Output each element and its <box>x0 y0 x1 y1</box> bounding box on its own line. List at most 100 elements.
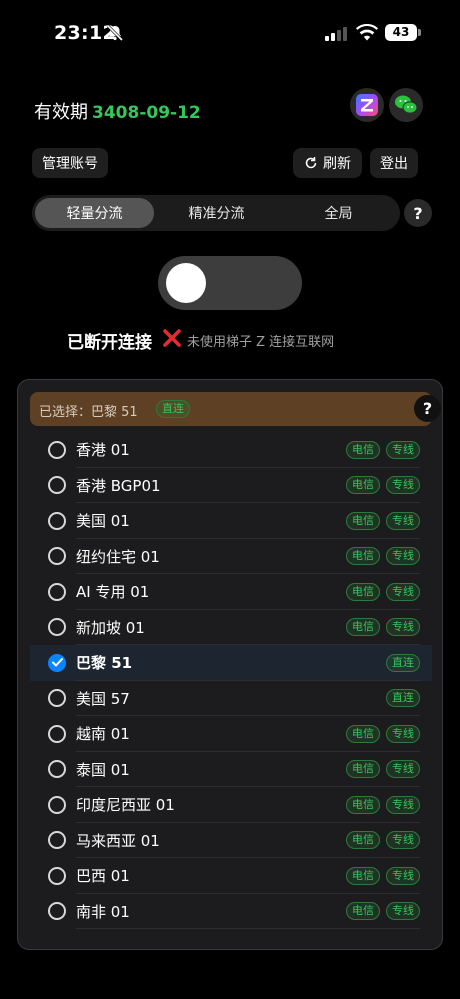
selected-server-bar: 已选择：巴黎 51 直连 ? <box>30 392 441 426</box>
server-row[interactable]: 南非 01 电信 专线 <box>30 894 432 930</box>
server-row[interactable]: AI 专用 01 电信 专线 <box>30 574 432 610</box>
refresh-label: 刷新 <box>323 156 351 172</box>
server-row[interactable]: 香港 01 电信 专线 <box>30 432 432 468</box>
selected-server-label: 已选择：巴黎 51 <box>39 405 138 420</box>
radio-icon[interactable] <box>48 831 66 850</box>
radio-icon[interactable] <box>48 724 66 743</box>
server-name: 印度尼西亚 01 <box>76 796 175 815</box>
mode-selector: 轻量分流 精准分流 全局 <box>32 195 400 231</box>
radio-icon[interactable] <box>48 902 66 921</box>
server-row[interactable]: 香港 BGP01 电信 专线 <box>30 468 432 504</box>
toggle-knob <box>166 263 206 303</box>
server-tag: 专线 <box>386 795 420 814</box>
refresh-button[interactable]: 刷新 <box>293 148 362 178</box>
server-tag: 专线 <box>386 618 420 637</box>
tab-light-split[interactable]: 轻量分流 <box>35 198 154 228</box>
wechat-icon[interactable] <box>389 88 423 122</box>
server-tags: 电信 专线 <box>346 724 420 743</box>
server-tag: 电信 <box>346 476 380 495</box>
selected-server-tag: 直连 <box>156 400 190 418</box>
validity: 有效期 3408-09-12 <box>34 98 201 124</box>
server-tag: 专线 <box>386 724 420 743</box>
connection-status: 已断开连接 <box>67 333 152 353</box>
server-name: 巴西 01 <box>76 867 130 886</box>
server-row[interactable]: 越南 01 电信 专线 <box>30 716 432 752</box>
server-row[interactable]: 马来西亚 01 电信 专线 <box>30 823 432 859</box>
radio-icon[interactable] <box>48 795 66 814</box>
server-row[interactable]: 巴西 01 电信 专线 <box>30 858 432 894</box>
server-help-button[interactable]: ? <box>414 395 441 422</box>
validity-date: 3408-09-12 <box>92 103 201 123</box>
connection-toggle[interactable] <box>158 256 302 310</box>
server-tags: 电信 专线 <box>346 618 420 637</box>
status-bar: 23:12 43 <box>0 0 460 70</box>
server-tag: 专线 <box>386 831 420 850</box>
server-name: 越南 01 <box>76 725 130 744</box>
server-tags: 电信 专线 <box>346 902 420 921</box>
battery-icon: 43 <box>385 24 421 41</box>
server-name: 马来西亚 01 <box>76 831 160 850</box>
server-name: AI 专用 01 <box>76 583 150 602</box>
server-row[interactable]: 巴黎 51 直连 <box>30 645 432 681</box>
server-tag: 专线 <box>386 866 420 885</box>
server-tags: 电信 专线 <box>346 582 420 601</box>
server-name: 香港 BGP01 <box>76 476 161 495</box>
tab-global[interactable]: 全局 <box>279 198 398 228</box>
radio-icon[interactable] <box>48 689 66 708</box>
server-tag: 专线 <box>386 476 420 495</box>
server-tag: 专线 <box>386 760 420 779</box>
server-tags: 电信 专线 <box>346 866 420 885</box>
server-row[interactable]: 泰国 01 电信 专线 <box>30 752 432 788</box>
validity-label: 有效期 <box>34 102 88 123</box>
server-tag: 电信 <box>346 760 380 779</box>
server-tag: 专线 <box>386 440 420 459</box>
radio-icon[interactable] <box>48 476 66 495</box>
server-row[interactable]: 印度尼西亚 01 电信 专线 <box>30 787 432 823</box>
mode-help-button[interactable]: ? <box>404 199 432 227</box>
server-tag: 电信 <box>346 440 380 459</box>
server-name: 香港 01 <box>76 441 130 460</box>
radio-icon[interactable] <box>48 618 66 637</box>
server-tags: 电信 专线 <box>346 795 420 814</box>
server-tag: 专线 <box>386 547 420 566</box>
manage-account-button[interactable]: 管理账号 <box>32 148 108 178</box>
server-name: 泰国 01 <box>76 760 130 779</box>
refresh-icon <box>305 157 317 169</box>
server-row[interactable]: 纽约住宅 01 电信 专线 <box>30 539 432 575</box>
connection-note: 未使用梯子 Z 连接互联网 <box>187 335 335 350</box>
server-tag: 专线 <box>386 511 420 530</box>
server-tag: 电信 <box>346 795 380 814</box>
server-tag: 电信 <box>346 511 380 530</box>
radio-icon[interactable] <box>48 547 66 566</box>
server-row[interactable]: 美国 57 直连 <box>30 681 432 717</box>
radio-icon[interactable] <box>48 760 66 779</box>
server-tag: 电信 <box>346 831 380 850</box>
server-tags: 电信 专线 <box>346 476 420 495</box>
server-name: 美国 01 <box>76 512 130 531</box>
cross-mark-icon <box>163 329 181 347</box>
logout-button[interactable]: 登出 <box>370 148 418 178</box>
radio-icon[interactable] <box>48 511 66 530</box>
server-tag: 直连 <box>386 653 420 672</box>
ladder-z-logo-icon[interactable] <box>350 88 384 122</box>
server-name: 南非 01 <box>76 902 130 921</box>
server-tag: 电信 <box>346 724 380 743</box>
signal-icon <box>325 27 347 41</box>
server-tag: 专线 <box>386 582 420 601</box>
tab-precise-split[interactable]: 精准分流 <box>157 198 276 228</box>
server-tags: 直连 <box>386 653 420 672</box>
wifi-icon <box>356 24 378 41</box>
server-tags: 电信 专线 <box>346 547 420 566</box>
radio-icon[interactable] <box>48 440 66 459</box>
server-tag: 电信 <box>346 866 380 885</box>
radio-icon[interactable] <box>48 582 66 601</box>
server-name: 美国 57 <box>76 689 130 708</box>
server-row[interactable]: 美国 01 电信 专线 <box>30 503 432 539</box>
radio-checked-icon[interactable] <box>48 653 66 672</box>
server-tags: 电信 专线 <box>346 831 420 850</box>
server-name: 新加坡 01 <box>76 618 145 637</box>
server-tag: 电信 <box>346 582 380 601</box>
server-tag: 电信 <box>346 902 380 921</box>
server-row[interactable]: 新加坡 01 电信 专线 <box>30 610 432 646</box>
radio-icon[interactable] <box>48 866 66 885</box>
